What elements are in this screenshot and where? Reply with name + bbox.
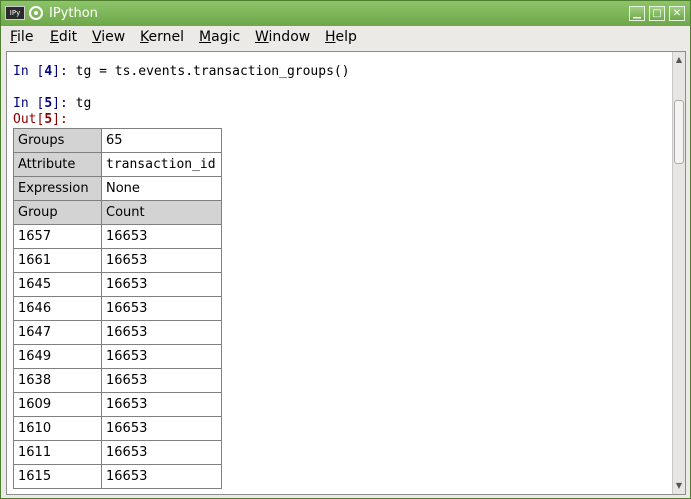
menu-bar: File Edit View Kernel Magic Window Help	[1, 26, 690, 49]
table-row: 1638 16653	[13, 368, 222, 393]
count-cell: 16653	[101, 296, 222, 321]
input-code: tg	[67, 96, 92, 111]
scroll-up-icon[interactable]: ▲	[673, 54, 685, 66]
table-row: Expression None	[13, 176, 222, 201]
input-code: tg = ts.events.transaction_groups()	[67, 64, 350, 79]
window-title: IPython	[49, 6, 98, 21]
input-prompt: In [5]:	[13, 96, 68, 111]
group-cell: 1615	[13, 464, 102, 489]
table-row: 1647 16653	[13, 320, 222, 345]
group-cell: 1649	[13, 344, 102, 369]
title-bar[interactable]: IPy IPython ▁ □ ✕	[1, 1, 690, 26]
table-row: 1657 16653	[13, 224, 222, 249]
console-content[interactable]: In [4]: tg = ts.events.transaction_group…	[13, 52, 673, 494]
ipython-window: IPy IPython ▁ □ ✕ File Edit View Kernel …	[0, 0, 691, 499]
output-prompt-5: Out[5]:	[13, 112, 68, 127]
meta-value: None	[101, 176, 222, 201]
group-cell: 1661	[13, 248, 102, 273]
count-cell: 16653	[101, 440, 222, 465]
table-row: 1645 16653	[13, 272, 222, 297]
table-row: 1615 16653	[13, 464, 222, 489]
ipython-app-icon[interactable]: IPy	[5, 6, 25, 20]
input-prompt: In [4]:	[13, 64, 68, 79]
group-cell: 1610	[13, 416, 102, 441]
window-menu-icon[interactable]	[29, 6, 43, 20]
group-cell: 1646	[13, 296, 102, 321]
group-cell: 1638	[13, 368, 102, 393]
table-header-row: Group Count	[13, 200, 222, 225]
group-cell: 1645	[13, 272, 102, 297]
menu-window[interactable]: Window	[255, 29, 310, 45]
transaction-groups-table: Groups 65 Attribute transaction_id Expre…	[13, 128, 222, 489]
table-row: 1649 16653	[13, 344, 222, 369]
count-cell: 16653	[101, 272, 222, 297]
menu-help[interactable]: Help	[325, 29, 357, 45]
menu-kernel[interactable]: Kernel	[140, 29, 184, 45]
vertical-scrollbar[interactable]: ▲ ▼	[672, 52, 685, 494]
table-row: 1610 16653	[13, 416, 222, 441]
table-row: Attribute transaction_id	[13, 152, 222, 177]
menu-file[interactable]: File	[10, 29, 33, 45]
table-row: 1646 16653	[13, 296, 222, 321]
menu-magic[interactable]: Magic	[199, 29, 240, 45]
meta-value: transaction_id	[101, 152, 222, 177]
group-cell: 1611	[13, 440, 102, 465]
count-cell: 16653	[101, 368, 222, 393]
meta-key: Attribute	[13, 152, 102, 177]
menu-view[interactable]: View	[92, 29, 125, 45]
scroll-down-icon[interactable]: ▼	[673, 480, 685, 492]
maximize-button[interactable]: □	[649, 6, 665, 21]
table-row: 1661 16653	[13, 248, 222, 273]
console-area[interactable]: In [4]: tg = ts.events.transaction_group…	[6, 51, 686, 495]
minimize-button[interactable]: ▁	[629, 6, 645, 21]
group-cell: 1647	[13, 320, 102, 345]
count-cell: 16653	[101, 320, 222, 345]
column-header-group: Group	[13, 200, 102, 225]
group-cell: 1609	[13, 392, 102, 417]
count-cell: 16653	[101, 248, 222, 273]
meta-key: Groups	[13, 128, 102, 153]
group-cell: 1657	[13, 224, 102, 249]
meta-value: 65	[101, 128, 222, 153]
close-button[interactable]: ✕	[669, 6, 685, 21]
count-cell: 16653	[101, 224, 222, 249]
input-line-4: In [4]: tg = ts.events.transaction_group…	[13, 64, 350, 79]
input-line-5: In [5]: tg	[13, 96, 91, 111]
count-cell: 16653	[101, 464, 222, 489]
table-row: Groups 65	[13, 128, 222, 153]
scrollbar-thumb[interactable]	[674, 100, 684, 164]
column-header-count: Count	[101, 200, 222, 225]
count-cell: 16653	[101, 416, 222, 441]
meta-key: Expression	[13, 176, 102, 201]
count-cell: 16653	[101, 392, 222, 417]
count-cell: 16653	[101, 344, 222, 369]
menu-edit[interactable]: Edit	[50, 29, 77, 45]
table-row: 1609 16653	[13, 392, 222, 417]
table-row: 1611 16653	[13, 440, 222, 465]
